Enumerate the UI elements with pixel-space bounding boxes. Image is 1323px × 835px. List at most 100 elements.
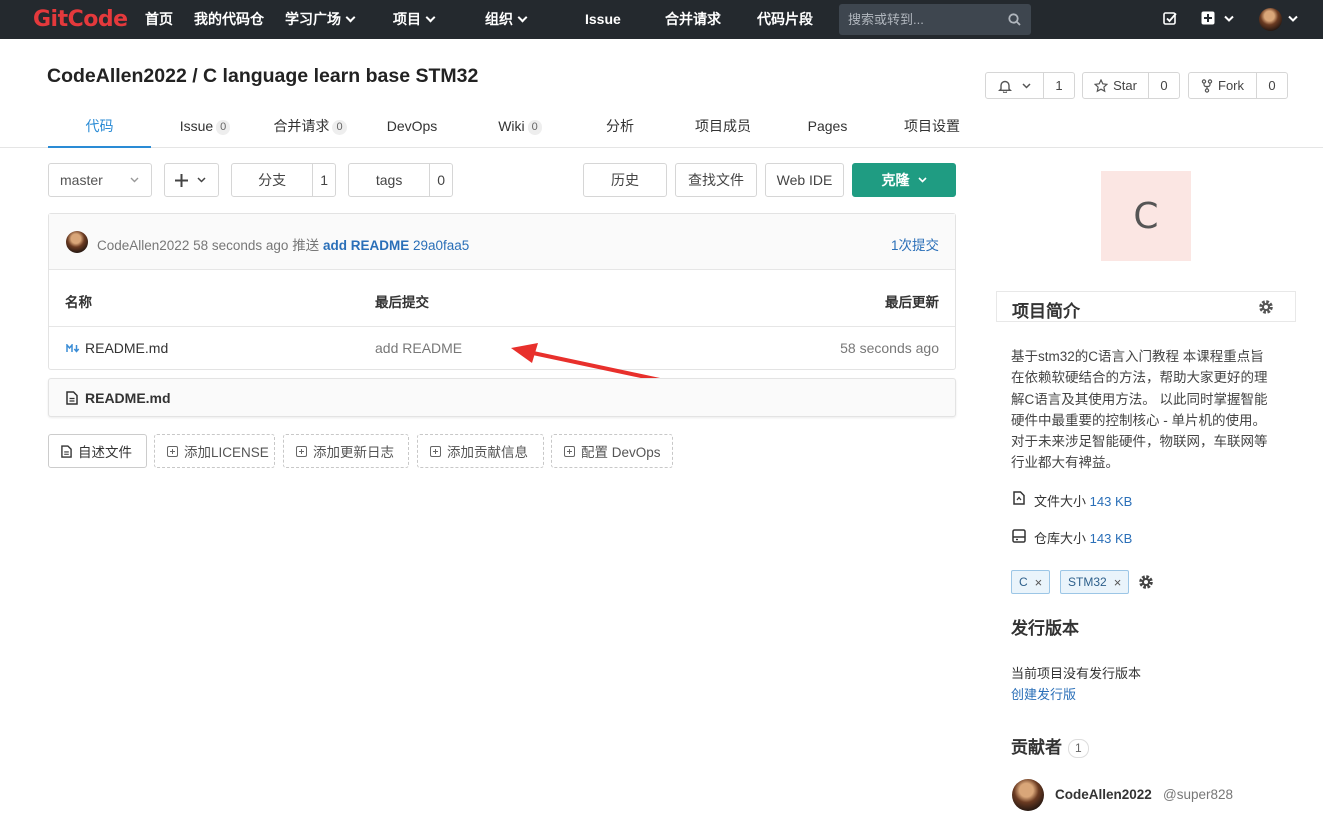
tab-issue-label: Issue bbox=[179, 118, 214, 134]
fork-action[interactable]: Fork bbox=[1189, 73, 1256, 98]
close-icon[interactable]: × bbox=[1114, 575, 1122, 590]
plus-icon bbox=[175, 173, 188, 187]
topic-tag[interactable]: C × bbox=[1011, 570, 1051, 594]
watch-dropdown[interactable] bbox=[986, 73, 1043, 98]
gitcode-logo[interactable]: GitCode bbox=[33, 7, 128, 32]
add-changelog-button[interactable]: 添加更新日志 bbox=[283, 434, 409, 468]
nav-issue[interactable]: Issue bbox=[585, 0, 621, 39]
watch-count[interactable]: 1 bbox=[1043, 73, 1074, 98]
readme-file-button[interactable]: 自述文件 bbox=[48, 434, 147, 468]
nav-learning-label: 学习广场 bbox=[285, 11, 341, 27]
branch-select[interactable]: master bbox=[48, 163, 152, 197]
config-devops-button[interactable]: 配置 DevOps bbox=[551, 434, 673, 468]
nav-groups-label: 组织 bbox=[485, 11, 513, 27]
readme-file-label: 自述文件 bbox=[78, 445, 132, 460]
plus-square-icon bbox=[564, 445, 575, 457]
contributor-name[interactable]: CodeAllen2022 bbox=[1055, 787, 1152, 802]
nav-home[interactable]: 首页 bbox=[145, 0, 173, 39]
tab-settings[interactable]: 项目设置 bbox=[897, 105, 967, 148]
readme-header[interactable]: README.md bbox=[48, 378, 956, 417]
add-contributing-button[interactable]: 添加贡献信息 bbox=[417, 434, 544, 468]
star-label: Star bbox=[1113, 78, 1137, 93]
file-name-link[interactable]: README.md bbox=[85, 340, 168, 356]
nav-groups[interactable]: 组织 bbox=[485, 0, 528, 39]
repo-title[interactable]: CodeAllen2022 / C language learn base ST… bbox=[47, 65, 478, 88]
project-avatar: C bbox=[1101, 171, 1191, 261]
tab-issue-badge: 0 bbox=[216, 120, 231, 135]
plus-square-icon bbox=[430, 445, 441, 457]
tab-members-label: 项目成员 bbox=[695, 118, 751, 134]
star-count[interactable]: 0 bbox=[1148, 73, 1179, 98]
create-release-link[interactable]: 创建发行版 bbox=[1011, 684, 1076, 703]
web-ide-button[interactable]: Web IDE bbox=[765, 163, 844, 197]
contributors-count: 1 bbox=[1068, 739, 1089, 758]
tab-issue[interactable]: Issue 0 bbox=[160, 105, 250, 148]
tab-devops[interactable]: DevOps bbox=[372, 105, 452, 148]
close-icon[interactable]: × bbox=[1035, 575, 1043, 590]
tab-analytics[interactable]: 分析 bbox=[590, 105, 650, 148]
history-button[interactable]: 历史 bbox=[583, 163, 667, 197]
todo-icon[interactable] bbox=[1163, 11, 1178, 26]
fork-button[interactable]: Fork 0 bbox=[1188, 72, 1288, 99]
create-new-icon[interactable] bbox=[1201, 11, 1215, 25]
gear-icon[interactable] bbox=[1257, 298, 1275, 316]
repo-tabs: 代码 Issue 0 合并请求 0 DevOps Wiki 0 分析 项目成员 Pag… bbox=[0, 105, 1323, 148]
nav-merge-requests[interactable]: 合并请求 bbox=[665, 0, 721, 39]
contributors-title: 贡献者 1 bbox=[1011, 733, 1089, 758]
tab-code[interactable]: 代码 bbox=[48, 105, 151, 148]
commit-sha-link[interactable]: 29a0faa5 bbox=[413, 238, 469, 253]
file-commit-link[interactable]: add README bbox=[375, 340, 462, 356]
tags-button[interactable]: tags 0 bbox=[348, 163, 453, 197]
contributor-avatar[interactable] bbox=[1012, 779, 1044, 811]
chevron-down-icon bbox=[345, 12, 356, 23]
fork-count[interactable]: 0 bbox=[1256, 73, 1287, 98]
tab-members[interactable]: 项目成员 bbox=[688, 105, 758, 148]
nav-learning[interactable]: 学习广场 bbox=[285, 0, 356, 39]
add-dropdown-button[interactable] bbox=[164, 163, 219, 197]
contributors-title-text: 贡献者 bbox=[1011, 738, 1062, 757]
nav-my-repos[interactable]: 我的代码仓 bbox=[194, 0, 264, 39]
chevron-down-icon bbox=[517, 12, 528, 23]
config-devops-label: 配置 DevOps bbox=[581, 445, 661, 460]
chevron-down-icon[interactable] bbox=[1288, 15, 1298, 23]
last-commit-bar: CodeAllen2022 58 seconds ago 推送 add READ… bbox=[49, 214, 955, 270]
table-row[interactable]: README.md add README 58 seconds ago bbox=[49, 327, 955, 370]
nav-projects-label: 项目 bbox=[393, 11, 421, 27]
clone-label: 克隆 bbox=[881, 172, 910, 188]
nav-snippets[interactable]: 代码片段 bbox=[757, 0, 813, 39]
commit-message-link[interactable]: add README bbox=[323, 238, 409, 253]
file-icon bbox=[61, 444, 72, 458]
branch-name: master bbox=[60, 172, 103, 188]
tab-pages-label: Pages bbox=[807, 118, 848, 134]
branches-label: 分支 bbox=[258, 172, 287, 188]
tab-wiki[interactable]: Wiki 0 bbox=[480, 105, 560, 148]
top-navbar: GitCode 首页 我的代码仓 学习广场 项目 组织 Issue 合并请求 代… bbox=[0, 0, 1323, 39]
tags-label: tags bbox=[375, 172, 403, 188]
clone-button[interactable]: 克隆 bbox=[852, 163, 956, 197]
tab-mr-label: 合并请求 bbox=[273, 118, 330, 134]
search-input[interactable]: 搜索或转到... bbox=[839, 4, 1031, 35]
commit-author[interactable]: CodeAllen2022 bbox=[97, 238, 189, 253]
find-file-button[interactable]: 查找文件 bbox=[675, 163, 757, 197]
fork-label: Fork bbox=[1218, 78, 1244, 93]
watch-button[interactable]: 1 bbox=[985, 72, 1075, 99]
chevron-down-icon[interactable] bbox=[1224, 15, 1234, 23]
star-action[interactable]: Star bbox=[1083, 73, 1148, 98]
tab-pages[interactable]: Pages bbox=[800, 105, 855, 148]
commit-count-link[interactable]: 1次提交 bbox=[891, 234, 939, 254]
user-avatar[interactable] bbox=[1259, 8, 1282, 31]
nav-projects[interactable]: 项目 bbox=[393, 0, 436, 39]
file-size-label: 文件大小 bbox=[1034, 494, 1087, 509]
markdown-icon bbox=[66, 344, 80, 353]
branches-button[interactable]: 分支 1 bbox=[231, 163, 336, 197]
star-button[interactable]: Star 0 bbox=[1082, 72, 1180, 99]
gear-icon[interactable] bbox=[1137, 573, 1155, 591]
commit-action: 推送 bbox=[292, 238, 320, 253]
add-license-button[interactable]: 添加LICENSE bbox=[154, 434, 275, 468]
commit-author-avatar[interactable] bbox=[66, 231, 88, 253]
commit-time: 58 seconds ago bbox=[193, 238, 289, 253]
topic-tag[interactable]: STM32 × bbox=[1060, 570, 1130, 594]
tab-merge-requests[interactable]: 合并请求 0 bbox=[260, 105, 360, 148]
releases-empty: 当前项目没有发行版本 bbox=[1011, 666, 1142, 681]
readme-title: README.md bbox=[85, 390, 171, 406]
